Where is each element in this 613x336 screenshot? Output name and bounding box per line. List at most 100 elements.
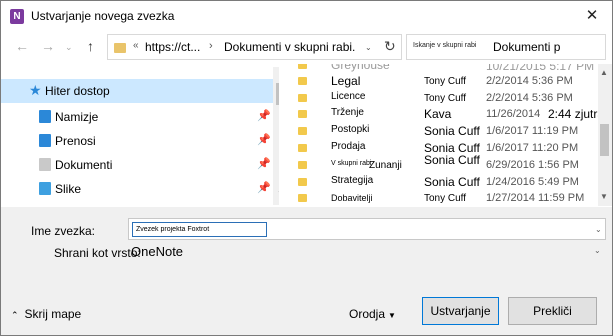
file-name: Postopki [331,124,370,135]
scrollbar-thumb[interactable] [600,124,609,156]
hide-folders-label: Skrij mape [24,307,82,321]
file-list-row[interactable]: Postopki Sonia Cuff 1/6/2017 11:19 PM [290,123,598,140]
file-name: Prodaja [331,141,366,152]
desktop-folder-icon [39,110,51,123]
file-name: Licence [331,91,366,102]
pin-icon[interactable]: 📌 [257,109,271,122]
file-list-row[interactable]: Dobavitelji Tony Cuff 1/27/2014 11:59 PM [290,190,598,206]
chevron-down-icon[interactable]: ⌄ [595,225,602,234]
chevron-up-icon: ⌃ [11,310,19,320]
file-owner: Zunanji [369,160,402,171]
recent-locations-chevron-icon[interactable]: ⌄ [65,42,73,53]
file-date-modified: 1/6/2017 11:20 PM [486,142,579,154]
file-time: 2:44 zjutraj [548,107,598,121]
star-icon: ★ [29,82,42,98]
address-bar[interactable]: « https://ct... › Dokumenti v skupni rab… [107,34,402,60]
hide-folders-toggle[interactable]: ⌃ Skrij mape [11,307,81,321]
file-owner: Tony Cuff [424,76,467,87]
sidebar-item-documents[interactable]: Dokumenti 📌 [1,153,273,177]
file-date-modified: 1/24/2016 5:49 PM [486,176,579,188]
file-date-modified: 11/26/2014 [486,108,541,120]
back-arrow-icon[interactable]: ← [15,38,29,54]
file-name: Trženje [331,107,364,118]
scroll-down-icon[interactable]: ▼ [277,189,279,198]
sidebar-item-pictures[interactable]: Slike 📌 [1,177,273,201]
cancel-button[interactable]: Prekliči [508,297,597,325]
sidebar-item-desktop[interactable]: Namizje 📌 [1,105,273,129]
folder-icon [298,127,307,135]
file-date-modified: 2/2/2014 5:36 PM [486,92,573,104]
file-list-row[interactable]: Strategija Sonia Cuff 1/24/2016 5:49 PM [290,174,598,191]
sidebar-item-quick-access[interactable]: ★ Hiter dostop [1,79,273,103]
sidebar-item-label: Namizje [55,110,99,124]
forward-arrow-icon[interactable]: → [41,38,55,54]
pin-icon[interactable]: 📌 [257,181,271,194]
file-name: Strategija [331,175,374,186]
file-owner: Sonia Cuff [424,153,480,167]
refresh-icon[interactable]: ↻ [384,38,396,55]
scrollbar-thumb[interactable] [276,83,279,105]
notebook-name-label: Ime zvezka: [31,224,96,238]
address-dropdown-icon[interactable]: ⌄ [365,43,372,52]
scroll-down-icon[interactable]: ▼ [600,192,608,201]
tools-menu-button[interactable]: Orodja ▼ [349,307,396,321]
pin-icon[interactable]: 📌 [257,157,271,170]
folder-icon [298,77,307,85]
search-box[interactable]: Iskanje v skupni rabi Dokumenti p [406,34,606,60]
dialog-footer: Ime zvezka: ⌄ Shrani kot vrsto: OneNote … [1,207,612,335]
file-name: Dobavitelji [331,193,373,203]
documents-folder-icon [39,158,51,171]
breadcrumb-separator-icon[interactable]: › [209,40,213,52]
scroll-up-icon[interactable]: ▲ [600,68,608,77]
pictures-folder-icon [39,182,51,195]
file-owner: Sonia Cuff [424,175,480,189]
file-list-row[interactable]: Licence Tony Cuff 2/2/2014 5:36 PM [290,90,598,107]
notebook-name-combobox[interactable]: ⌄ [128,218,606,240]
folder-icon [298,94,307,102]
folder-icon [114,43,126,53]
close-button[interactable]: ✕ [573,1,611,30]
create-notebook-dialog: N Ustvarjanje novega zvezka ✕ ← → ⌄ ↑ « … [0,0,613,336]
sidebar-item-label: Dokumenti [55,158,113,172]
up-arrow-icon[interactable]: ↑ [87,38,94,54]
dialog-title: Ustvarjanje novega zvezka [31,9,175,23]
folder-icon [298,110,307,118]
file-list-row[interactable]: Trženje Kava 11/26/2014 2:44 zjutraj [290,106,598,123]
search-input[interactable]: Dokumenti p [493,40,560,54]
address-overflow-chevron-icon[interactable]: « [133,40,139,51]
save-as-type-value: OneNote [131,244,184,259]
file-owner: Tony Cuff [424,93,467,104]
save-as-type-select[interactable]: OneNote ⌄ [128,241,606,261]
dropdown-triangle-icon: ▼ [388,311,396,320]
breadcrumb-url[interactable]: https://ct... [145,40,200,54]
file-list-row[interactable]: TechnicalTony Cuff9/16/2016 5:56 PM [290,205,598,206]
breadcrumb-shared-documents[interactable]: Dokumenti v skupni rabi. [224,40,355,54]
tools-label: Orodja [349,307,386,321]
file-list-scrollbar[interactable]: ▲ ▼ [598,64,612,206]
file-list-row[interactable]: Legal Tony Cuff 2/2/2014 5:36 PM [290,73,598,90]
file-date-modified: 6/29/2016 1:56 PM [486,159,579,171]
sidebar-item-downloads[interactable]: Prenosi 📌 [1,129,273,153]
file-owner: Kava [424,107,452,121]
downloads-folder-icon [39,134,51,147]
file-list: Greyhouse 10/21/2015 5:17 PM Legal Tony Cuf… [290,64,598,206]
file-list-row[interactable]: V skupni rabi Zunanji Sonia Cuff 6/29/2016 … [290,153,598,174]
onenote-icon: N [10,9,24,24]
sidebar-item-label: Hiter dostop [45,84,110,98]
file-name: Greyhouse [331,64,390,72]
chevron-down-icon[interactable]: ⌄ [594,246,601,255]
sidebar-item-label: Slike [55,182,82,196]
folder-icon [298,178,307,186]
folder-icon [298,161,307,169]
file-name: V skupni rabi [331,160,372,167]
file-date-modified: 10/21/2015 5:17 PM [486,64,595,73]
sidebar-scrollbar[interactable]: ▼ [273,67,279,205]
notebook-name-input[interactable] [132,222,267,237]
pin-icon[interactable]: 📌 [257,133,271,146]
create-button[interactable]: Ustvarjanje [422,297,499,325]
file-date-modified: 1/27/2014 11:59 PM [486,192,585,204]
search-scope-label: Iskanje v skupni rabi [413,42,477,49]
navigation-pane: ★ Hiter dostop Namizje 📌 Prenosi 📌 Dokum… [1,67,279,205]
file-owner: Tony Cuff [424,193,467,204]
file-date-modified: 2/2/2014 5:36 PM [486,75,573,87]
